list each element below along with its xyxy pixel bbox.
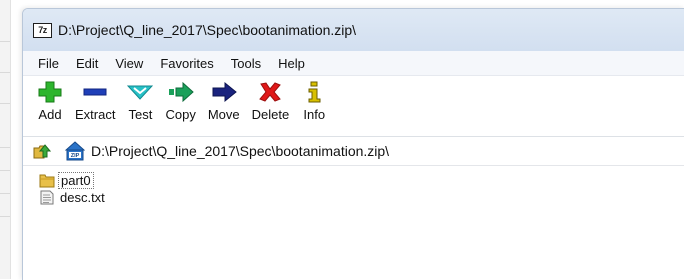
test-button[interactable]: Test [127, 76, 154, 122]
menu-help[interactable]: Help [278, 56, 305, 71]
test-label: Test [128, 107, 153, 122]
file-list: part0 desc.txt [23, 166, 684, 206]
double-arrow-icon [168, 81, 194, 103]
address-bar: ZIP D:\Project\Q_line_2017\Spec\bootanim… [23, 137, 684, 166]
folder-icon [39, 174, 55, 188]
info-icon [308, 81, 321, 103]
svg-text:ZIP: ZIP [71, 153, 80, 159]
menu-tools[interactable]: Tools [231, 56, 261, 71]
extract-label: Extract [75, 107, 116, 122]
delete-button[interactable]: Delete [251, 76, 290, 122]
copy-label: Copy [165, 107, 196, 122]
menu-bar: File Edit View Favorites Tools Help [23, 51, 684, 76]
menu-edit[interactable]: Edit [76, 56, 98, 71]
info-button[interactable]: Info [301, 76, 327, 122]
copy-button[interactable]: Copy [165, 76, 196, 122]
file-row-desc[interactable]: desc.txt [39, 189, 684, 206]
extract-button[interactable]: Extract [75, 76, 115, 122]
plus-icon [38, 81, 62, 103]
menu-favorites[interactable]: Favorites [160, 56, 213, 71]
add-label: Add [38, 107, 62, 122]
file-name: desc.txt [60, 190, 105, 205]
address-path[interactable]: D:\Project\Q_line_2017\Spec\bootanimatio… [91, 143, 389, 159]
zip-archive-icon: ZIP [65, 141, 85, 161]
move-button[interactable]: Move [208, 76, 240, 122]
check-icon [127, 85, 154, 100]
info-label: Info [303, 107, 326, 122]
add-button[interactable]: Add [37, 76, 63, 122]
toolbar: Add Extract Test Copy Move Delete Info [23, 76, 684, 137]
menu-file[interactable]: File [38, 56, 59, 71]
minus-icon [83, 88, 107, 96]
background-window-edge [0, 0, 11, 279]
x-icon [259, 82, 282, 102]
text-file-icon [40, 190, 54, 205]
file-name: part0 [58, 172, 94, 189]
menu-view[interactable]: View [115, 56, 143, 71]
title-bar[interactable]: 7z D:\Project\Q_line_2017\Spec\bootanima… [23, 9, 684, 51]
delete-label: Delete [251, 107, 290, 122]
file-row-part0[interactable]: part0 [39, 172, 684, 189]
app-window: 7z D:\Project\Q_line_2017\Spec\bootanima… [22, 8, 684, 280]
folder-up-icon [33, 144, 51, 159]
arrow-right-icon [212, 81, 237, 103]
app-icon: 7z [33, 22, 52, 38]
move-label: Move [207, 107, 240, 122]
up-folder-button[interactable] [33, 142, 51, 160]
window-title: D:\Project\Q_line_2017\Spec\bootanimatio… [58, 22, 357, 38]
